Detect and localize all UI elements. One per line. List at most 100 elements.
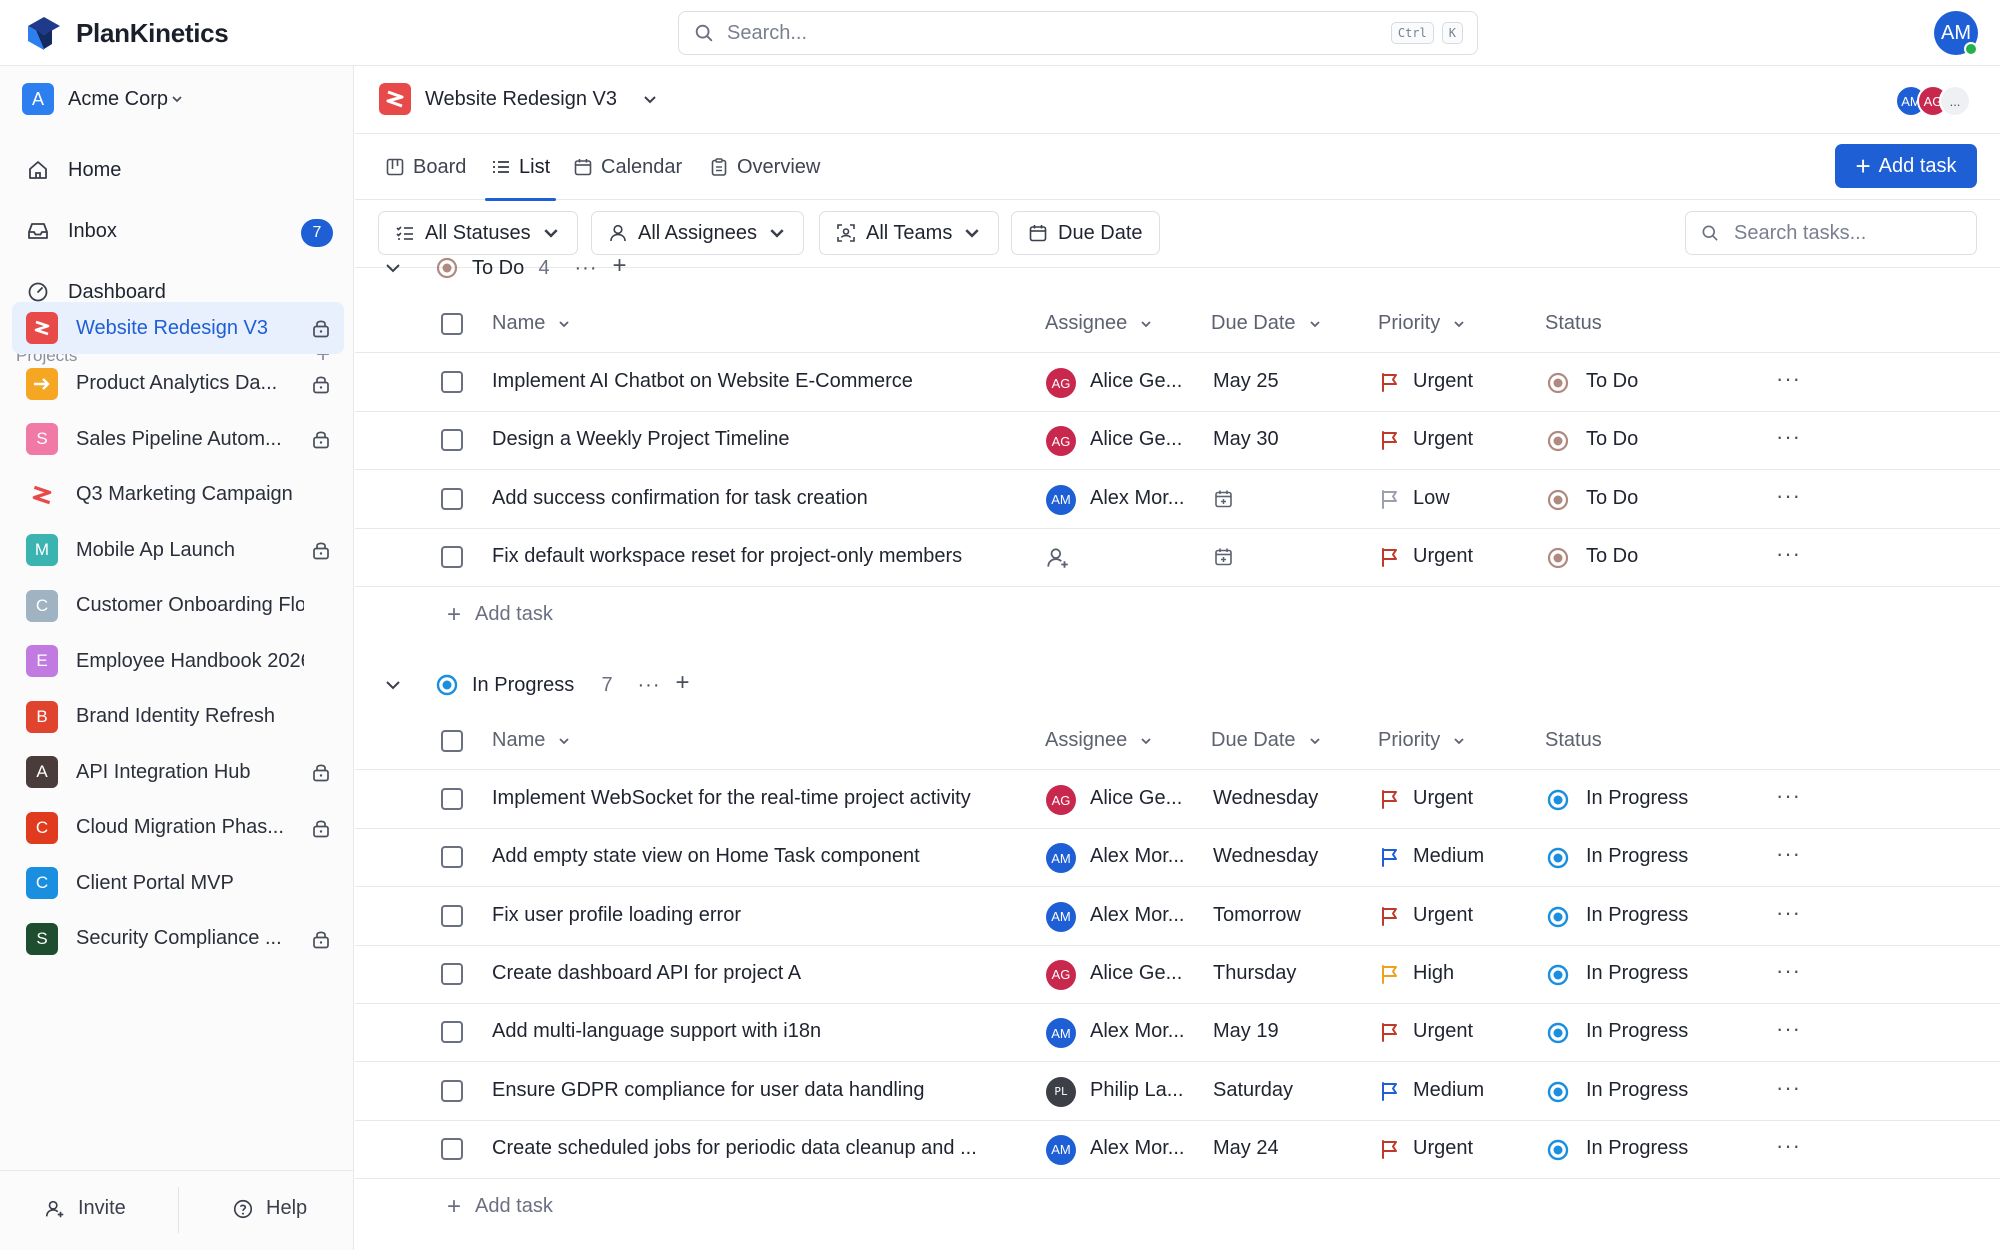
task-checkbox[interactable] — [441, 904, 463, 927]
column-priority[interactable]: Priority — [1378, 312, 1466, 335]
task-name[interactable]: Fix user profile loading error — [492, 904, 1012, 927]
row-more-icon[interactable]: ··· — [1776, 1016, 1801, 1042]
set-due-date-icon[interactable] — [1213, 546, 1235, 568]
task-row[interactable]: Ensure GDPR compliance for user data han… — [355, 1063, 2000, 1121]
column-name[interactable]: Name — [492, 312, 571, 335]
sidebar-item-project[interactable]: C Cloud Migration Phas... — [12, 802, 344, 854]
status-label[interactable]: To Do — [1586, 487, 1638, 510]
task-row[interactable]: Fix default workspace reset for project-… — [355, 529, 2000, 587]
due-date[interactable]: May 30 — [1213, 428, 1279, 451]
column-assignee[interactable]: Assignee — [1045, 312, 1153, 335]
sidebar-item-project[interactable]: Website Redesign V3 — [12, 302, 344, 354]
add-task-row-button[interactable]: + Add task — [447, 602, 553, 626]
status-label[interactable]: In Progress — [1586, 787, 1688, 810]
project-switcher[interactable]: Website Redesign V3 — [379, 83, 659, 115]
sidebar-item-project[interactable]: M Mobile Ap Launch — [12, 524, 344, 576]
row-more-icon[interactable]: ··· — [1776, 900, 1801, 926]
priority-label[interactable]: Low — [1413, 487, 1450, 510]
column-priority[interactable]: Priority — [1378, 729, 1466, 752]
priority-label[interactable]: Urgent — [1413, 428, 1473, 451]
due-date[interactable]: Thursday — [1213, 962, 1296, 985]
sidebar-item-project[interactable]: S Security Compliance ... — [12, 913, 344, 965]
row-more-icon[interactable]: ··· — [1776, 1133, 1801, 1159]
workspace-switcher[interactable]: A Acme Corp — [22, 83, 184, 115]
global-search-input[interactable]: Search... Ctrl K — [678, 11, 1478, 55]
row-more-icon[interactable]: ··· — [1776, 424, 1801, 450]
status-label[interactable]: In Progress — [1586, 845, 1688, 868]
task-row[interactable]: Create dashboard API for project A AG Alic… — [355, 946, 2000, 1004]
row-more-icon[interactable]: ··· — [1776, 1075, 1801, 1101]
priority-label[interactable]: Medium — [1413, 845, 1484, 868]
task-checkbox[interactable] — [441, 962, 463, 985]
task-checkbox[interactable] — [441, 545, 463, 568]
due-date[interactable]: May 25 — [1213, 370, 1279, 393]
task-name[interactable]: Add multi-language support with i18n — [492, 1020, 1012, 1043]
sidebar-item-project[interactable]: C Customer Onboarding Flow — [12, 580, 344, 632]
task-checkbox[interactable] — [441, 846, 463, 869]
task-name[interactable]: Ensure GDPR compliance for user data han… — [492, 1079, 1012, 1102]
status-label[interactable]: In Progress — [1586, 1020, 1688, 1043]
due-date[interactable]: Wednesday — [1213, 845, 1318, 868]
set-due-date-icon[interactable] — [1213, 488, 1235, 510]
row-more-icon[interactable]: ··· — [1776, 783, 1801, 809]
task-checkbox[interactable] — [441, 371, 463, 393]
group-more-icon[interactable]: ··· — [575, 257, 598, 280]
task-row[interactable]: Add empty state view on Home Task compon… — [355, 829, 2000, 888]
task-row[interactable]: Create scheduled jobs for periodic data … — [355, 1121, 2000, 1179]
task-row[interactable]: Fix user profile loading error AM Alex Mor… — [355, 888, 2000, 946]
sidebar-item-project[interactable]: B Brand Identity Refresh — [12, 691, 344, 743]
app-logo[interactable]: PlanKinetics — [24, 14, 229, 52]
add-task-row-button[interactable]: + Add task — [447, 1194, 553, 1218]
status-label[interactable]: In Progress — [1586, 904, 1688, 927]
sidebar-item-project[interactable]: E Employee Handbook 2026 — [12, 635, 344, 687]
sidebar-item-project[interactable]: Q3 Marketing Campaign — [12, 469, 344, 521]
column-assignee[interactable]: Assignee — [1045, 729, 1153, 752]
row-more-icon[interactable]: ··· — [1776, 958, 1801, 984]
sidebar-item-project[interactable]: A API Integration Hub — [12, 746, 344, 798]
priority-label[interactable]: Urgent — [1413, 904, 1473, 927]
sidebar-item-project[interactable]: Product Analytics Da... — [12, 358, 344, 410]
add-task-button[interactable]: + Add task — [1835, 144, 1977, 188]
sidebar-item-project[interactable]: S Sales Pipeline Autom... — [12, 413, 344, 465]
due-date[interactable]: May 19 — [1213, 1020, 1279, 1043]
task-name[interactable]: Fix default workspace reset for project-… — [492, 545, 1012, 568]
task-name[interactable]: Add empty state view on Home Task compon… — [492, 845, 1012, 868]
task-row[interactable]: Design a Weekly Project Timeline AG Alice … — [355, 412, 2000, 471]
row-more-icon[interactable]: ··· — [1776, 841, 1801, 867]
row-more-icon[interactable]: ··· — [1776, 541, 1801, 567]
status-label[interactable]: In Progress — [1586, 1079, 1688, 1102]
task-name[interactable]: Implement AI Chatbot on Website E-Commer… — [492, 370, 1012, 393]
task-name[interactable]: Add success confirmation for task creati… — [492, 487, 1012, 510]
task-name[interactable]: Create dashboard API for project A — [492, 962, 1012, 985]
due-date[interactable]: Saturday — [1213, 1079, 1293, 1102]
nav-inbox[interactable]: Inbox — [26, 219, 117, 243]
tab-overview[interactable]: Overview — [709, 134, 820, 200]
invite-button[interactable]: Invite — [44, 1197, 126, 1220]
column-name[interactable]: Name — [492, 729, 571, 752]
group-add-icon[interactable]: + — [676, 669, 690, 697]
status-label[interactable]: To Do — [1586, 428, 1638, 451]
group-more-icon[interactable]: ··· — [638, 674, 661, 697]
group-add-icon[interactable]: + — [613, 252, 627, 280]
priority-label[interactable]: Urgent — [1413, 787, 1473, 810]
task-row[interactable]: Add success confirmation for task creati… — [355, 471, 2000, 529]
nav-dashboard[interactable]: Dashboard — [26, 280, 166, 304]
project-members[interactable]: AM AG ... — [1895, 85, 1971, 117]
task-name[interactable]: Create scheduled jobs for periodic data … — [492, 1137, 1012, 1160]
status-label[interactable]: To Do — [1586, 370, 1638, 393]
status-label[interactable]: To Do — [1586, 545, 1638, 568]
collapse-chevron-icon[interactable] — [383, 675, 403, 695]
priority-label[interactable]: Medium — [1413, 1079, 1484, 1102]
due-date[interactable]: May 24 — [1213, 1137, 1279, 1160]
priority-label[interactable]: Urgent — [1413, 1137, 1473, 1160]
task-checkbox[interactable] — [441, 429, 463, 452]
row-more-icon[interactable]: ··· — [1776, 366, 1801, 392]
priority-label[interactable]: Urgent — [1413, 1020, 1473, 1043]
task-checkbox[interactable] — [441, 1021, 463, 1044]
due-date[interactable]: Tomorrow — [1213, 904, 1301, 927]
assign-user-icon[interactable] — [1045, 545, 1071, 571]
collapse-chevron-icon[interactable] — [383, 258, 403, 278]
select-all-checkbox[interactable] — [441, 313, 463, 335]
priority-label[interactable]: High — [1413, 962, 1454, 985]
row-more-icon[interactable]: ··· — [1776, 483, 1801, 509]
